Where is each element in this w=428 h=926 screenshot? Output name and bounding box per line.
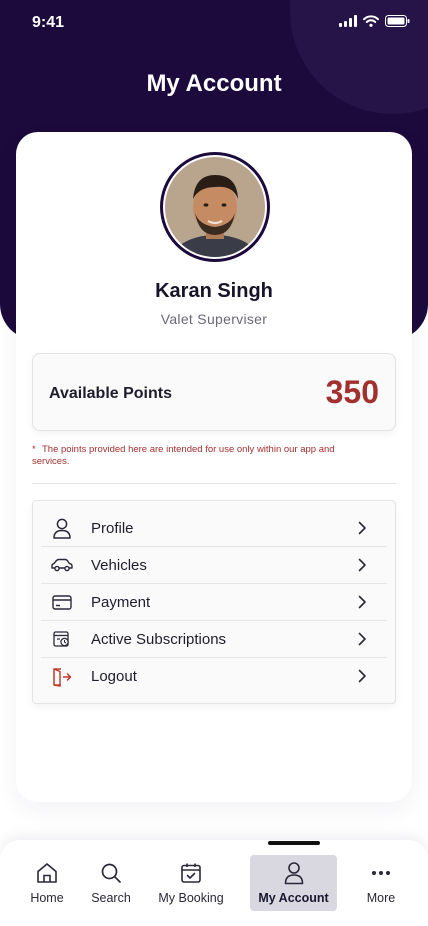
home-indicator bbox=[268, 841, 320, 845]
avatar-photo bbox=[165, 157, 265, 257]
status-icons bbox=[339, 15, 410, 27]
chevron-right-icon bbox=[358, 669, 366, 683]
chevron-right-icon bbox=[358, 558, 366, 572]
bottom-tab-bar: Home Search My Booking My Account More bbox=[0, 840, 428, 926]
car-icon bbox=[49, 554, 75, 576]
tab-label: My Account bbox=[258, 891, 329, 905]
tab-my-booking[interactable]: My Booking bbox=[152, 855, 230, 911]
tab-search[interactable]: Search bbox=[86, 855, 136, 911]
disclaimer-marker: * bbox=[32, 444, 36, 455]
chevron-right-icon bbox=[358, 595, 366, 609]
disclaimer-text: The points provided here are intended fo… bbox=[32, 444, 335, 467]
signal-icon bbox=[339, 15, 357, 27]
subscription-icon bbox=[49, 628, 75, 650]
battery-icon bbox=[385, 15, 410, 27]
section-divider bbox=[32, 483, 396, 484]
account-menu: Profile Vehicles Payment Active Subscrip… bbox=[32, 500, 396, 704]
available-points-card: Available Points 350 bbox=[32, 353, 396, 431]
tab-home[interactable]: Home bbox=[22, 855, 72, 911]
tab-label: More bbox=[366, 891, 396, 905]
tab-label: Home bbox=[30, 891, 64, 905]
user-name: Karan Singh bbox=[155, 280, 273, 302]
points-value: 350 bbox=[325, 374, 379, 410]
wifi-icon bbox=[363, 15, 379, 27]
tab-more[interactable]: More bbox=[358, 855, 404, 911]
user-icon bbox=[284, 862, 303, 885]
chevron-right-icon bbox=[358, 521, 366, 535]
tab-label: My Booking bbox=[158, 891, 224, 905]
tab-my-account[interactable]: My Account bbox=[250, 855, 337, 911]
menu-item-label: Payment bbox=[91, 593, 151, 611]
menu-item-label: Active Subscriptions bbox=[91, 630, 227, 648]
more-dots-icon bbox=[372, 871, 390, 875]
credit-card-icon bbox=[49, 591, 75, 613]
user-icon bbox=[49, 517, 75, 539]
chevron-right-icon bbox=[358, 632, 366, 646]
menu-item-profile[interactable]: Profile bbox=[41, 510, 387, 547]
logout-icon bbox=[49, 666, 75, 688]
menu-item-label: Profile bbox=[91, 519, 134, 537]
points-label: Available Points bbox=[49, 385, 172, 402]
user-role: Valet Superviser bbox=[160, 311, 268, 327]
menu-item-active-subscriptions[interactable]: Active Subscriptions bbox=[41, 621, 387, 658]
menu-item-vehicles[interactable]: Vehicles bbox=[41, 547, 387, 584]
status-time: 9:41 bbox=[32, 14, 65, 31]
points-disclaimer: * The points provided here are intended f… bbox=[32, 444, 372, 468]
menu-item-label: Vehicles bbox=[91, 556, 147, 574]
menu-item-payment[interactable]: Payment bbox=[41, 584, 387, 621]
avatar[interactable] bbox=[160, 152, 270, 262]
search-icon bbox=[101, 863, 121, 883]
page-title: My Account bbox=[146, 70, 282, 97]
menu-item-logout[interactable]: Logout bbox=[41, 658, 387, 695]
tab-label: Search bbox=[91, 891, 131, 905]
status-bar: 9:41 bbox=[0, 0, 428, 46]
home-icon bbox=[37, 863, 57, 883]
menu-item-label: Logout bbox=[91, 668, 137, 685]
calendar-check-icon bbox=[181, 863, 201, 883]
